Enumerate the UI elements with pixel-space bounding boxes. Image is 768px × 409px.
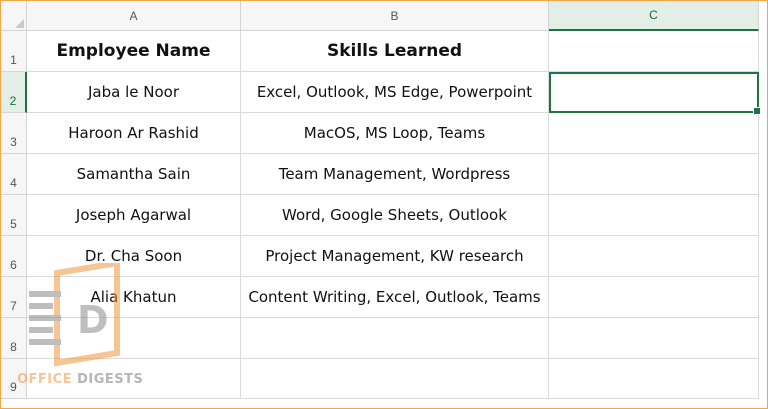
row-header-1[interactable]: 1 — [1, 31, 27, 72]
cell-b7[interactable]: Content Writing, Excel, Outlook, Teams — [241, 277, 549, 318]
select-all-corner[interactable] — [1, 1, 27, 31]
row-header-2[interactable]: 2 — [1, 72, 27, 113]
cell-c6[interactable] — [549, 236, 759, 277]
cell-b8[interactable] — [241, 318, 549, 359]
cell-b6[interactable]: Project Management, KW research — [241, 236, 549, 277]
cell-c8[interactable] — [549, 318, 759, 359]
row-header-6[interactable]: 6 — [1, 236, 27, 277]
cell-b2[interactable]: Excel, Outlook, MS Edge, Powerpoint — [241, 72, 549, 113]
cell-c1[interactable] — [549, 31, 759, 72]
row-header-7[interactable]: 7 — [1, 277, 27, 318]
row-header-8[interactable]: 8 — [1, 318, 27, 359]
cell-a7[interactable]: Alia Khatun — [27, 277, 241, 318]
row-header-9[interactable]: 9 — [1, 359, 27, 399]
cell-a6[interactable]: Dr. Cha Soon — [27, 236, 241, 277]
cell-c7[interactable] — [549, 277, 759, 318]
cell-a5[interactable]: Joseph Agarwal — [27, 195, 241, 236]
cell-b9[interactable] — [241, 359, 549, 399]
column-header-c[interactable]: C — [549, 1, 759, 31]
cell-b1[interactable]: Skills Learned — [241, 31, 549, 72]
cell-a2[interactable]: Jaba le Noor — [27, 72, 241, 113]
cell-a1[interactable]: Employee Name — [27, 31, 241, 72]
cell-b4[interactable]: Team Management, Wordpress — [241, 154, 549, 195]
row-header-5[interactable]: 5 — [1, 195, 27, 236]
cell-c3[interactable] — [549, 113, 759, 154]
column-header-a[interactable]: A — [27, 1, 241, 31]
cell-c4[interactable] — [549, 154, 759, 195]
cell-a9[interactable] — [27, 359, 241, 399]
cell-c5[interactable] — [549, 195, 759, 236]
cell-a3[interactable]: Haroon Ar Rashid — [27, 113, 241, 154]
column-header-b[interactable]: B — [241, 1, 549, 31]
cell-a8[interactable] — [27, 318, 241, 359]
cell-b3[interactable]: MacOS, MS Loop, Teams — [241, 113, 549, 154]
row-header-4[interactable]: 4 — [1, 154, 27, 195]
cell-a4[interactable]: Samantha Sain — [27, 154, 241, 195]
row-header-3[interactable]: 3 — [1, 113, 27, 154]
cell-c2-selected[interactable] — [549, 72, 761, 115]
spreadsheet-grid: A B C 1 Employee Name Skills Learned 2 J… — [1, 1, 761, 399]
spreadsheet-frame: A B C 1 Employee Name Skills Learned 2 J… — [0, 0, 768, 409]
cell-c9[interactable] — [549, 359, 759, 399]
cell-b5[interactable]: Word, Google Sheets, Outlook — [241, 195, 549, 236]
